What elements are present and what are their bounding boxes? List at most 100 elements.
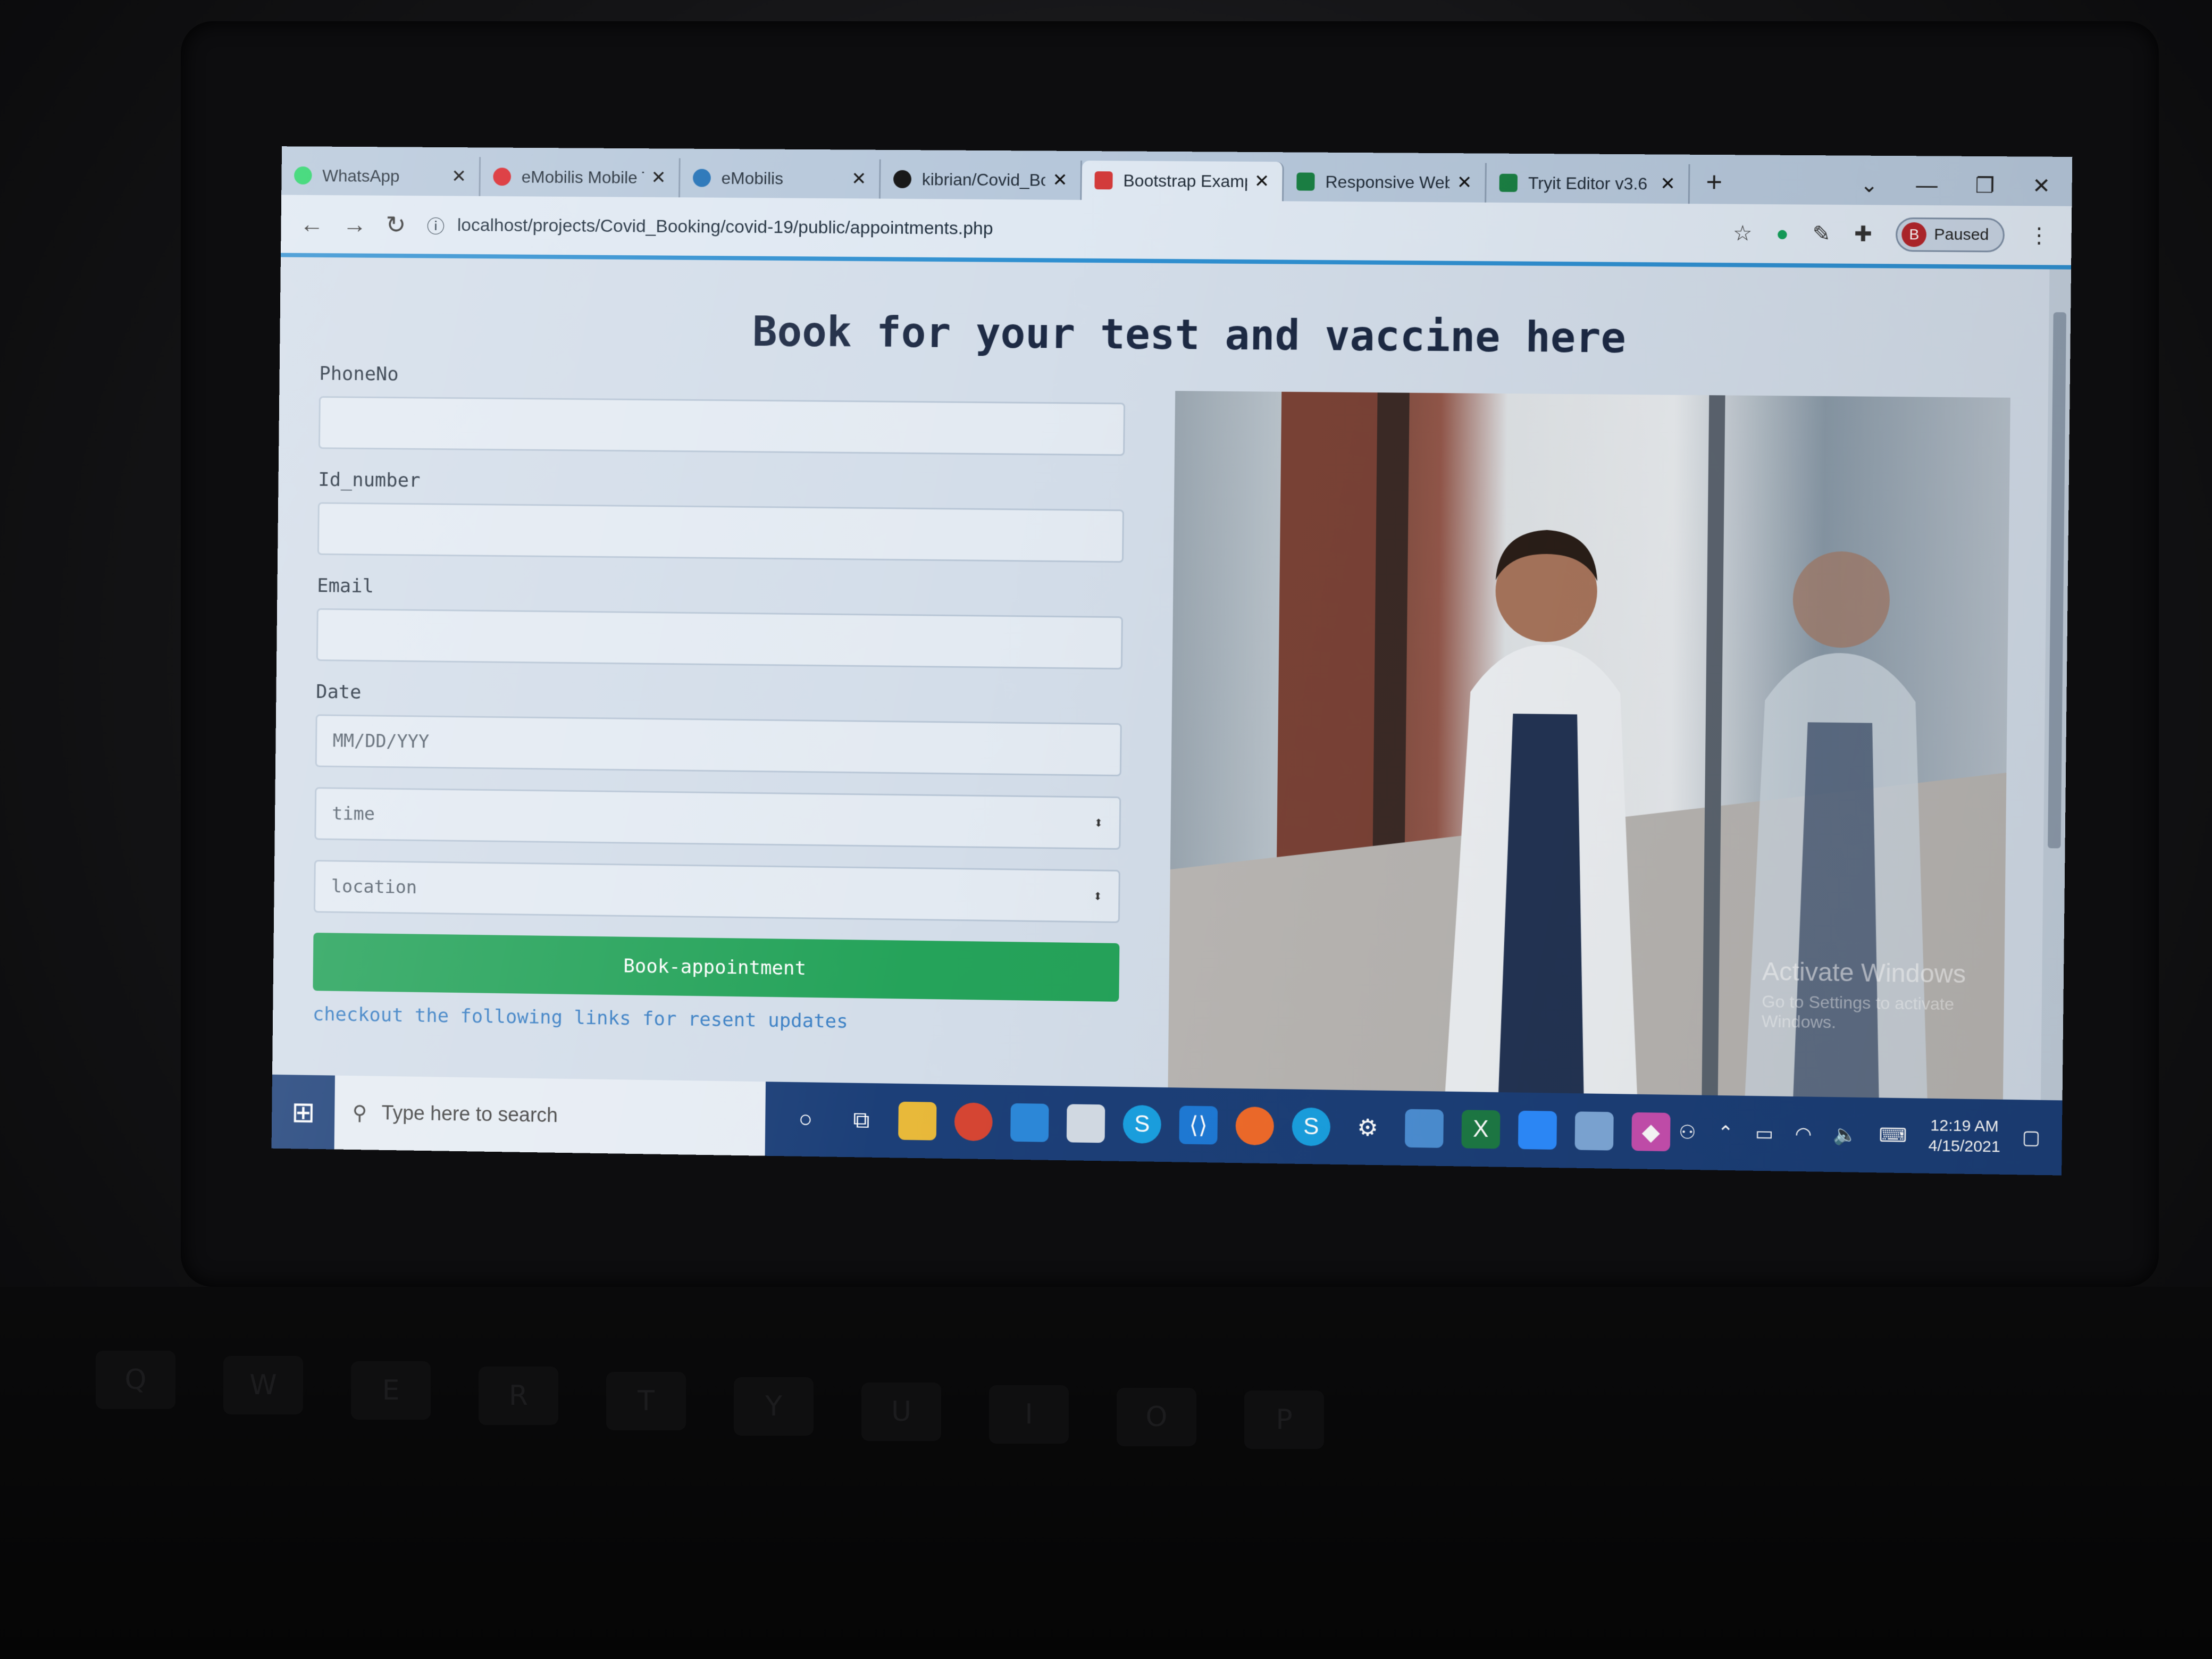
tab-tryit-editor[interactable]: Tryit Editor v3.6 ✕ [1486,163,1690,204]
doctor-hero-image: Activate Windows Go to Settings to activ… [1168,391,2010,1105]
menu-kebab-icon[interactable]: ⋮ [2028,223,2050,248]
bootstrap-icon [1094,171,1113,190]
notes-app-icon[interactable] [1574,1111,1614,1151]
chevron-up-icon[interactable]: ⌃ [1717,1121,1734,1144]
tab-search-icon[interactable]: ⌄ [1860,173,1878,198]
vscode-icon[interactable]: ⟨⟩ [1179,1105,1218,1145]
close-icon[interactable]: ✕ [1254,171,1270,192]
chrome-icon[interactable] [954,1102,993,1142]
phone-label: PhoneNo [319,363,399,386]
date-label: Date [315,681,362,703]
tab-bootstrap-example[interactable]: Bootstrap Exampl ✕ [1082,161,1284,202]
taskbar-search-box[interactable]: ⚲ Type here to search [334,1075,766,1156]
restore-icon[interactable]: ❐ [1975,173,1995,198]
activate-windows-watermark: Activate Windows [1762,957,1966,989]
time-select[interactable]: time ⬍ [314,787,1121,850]
keyboard-key: U [861,1382,941,1441]
tab-responsive-web[interactable]: Responsive Web I ✕ [1284,162,1487,203]
notifications-icon[interactable]: ▢ [2022,1126,2040,1149]
bookmark-star-icon[interactable]: ☆ [1733,221,1753,246]
email-input[interactable] [316,608,1123,670]
keyboard-key: Q [96,1351,175,1409]
file-explorer-icon[interactable] [898,1101,937,1141]
taskbar-pinned-apps: ○ ⧉ S ⟨⟩ S ⚙ X ◆ [786,1100,1671,1152]
keyboard-key: Y [734,1377,814,1436]
time-select-value: time [332,803,375,825]
extensions-puzzle-icon[interactable]: ✚ [1854,222,1872,247]
windows-start-icon[interactable]: ⊞ [272,1075,335,1150]
taskbar-clock[interactable]: 12:19 AM 4/15/2021 [1928,1116,2000,1158]
keyboard-key: E [351,1361,431,1420]
battery-icon[interactable]: ▭ [1755,1122,1774,1145]
profile-button[interactable]: B Paused [1896,217,2005,253]
info-icon[interactable]: ⓘ [427,212,445,238]
skype-icon[interactable]: S [1122,1104,1162,1144]
tab-title: eMobilis Mobile T [521,167,644,187]
volume-icon[interactable]: 🔈 [1833,1123,1858,1146]
grammarly-icon[interactable]: ● [1775,222,1789,246]
tab-title: kibrian/Covid_Bo [921,169,1045,190]
excel-icon[interactable]: X [1461,1110,1501,1149]
date-input[interactable]: MM/DD/YYY [315,714,1122,777]
tab-emobilis[interactable]: eMobilis ✕ [680,158,881,199]
search-icon: ⚲ [352,1102,367,1125]
location-select[interactable]: location ⬍ [313,860,1120,923]
close-icon[interactable]: ✕ [851,168,867,189]
minimize-icon[interactable]: — [1916,173,1938,198]
web-page: Book for your test and vaccine here Phon… [272,257,2050,1105]
document-app-icon[interactable] [1066,1104,1105,1143]
avatar: B [1901,222,1927,247]
taskbar-search-placeholder: Type here to search [381,1101,558,1127]
book-appointment-button[interactable]: Book-appointment [313,933,1120,1002]
emobilis-icon [493,167,512,186]
system-tray: ⚇ ⌃ ▭ ◠ 🔈 ⌨ 12:19 AM 4/15/2021 ▢ [1679,1112,2041,1158]
tab-title: Tryit Editor v3.6 [1528,173,1648,194]
keyboard-key: I [989,1385,1069,1444]
id-number-label: Id_number [318,468,421,492]
clock-time: 12:19 AM [1930,1117,1999,1136]
new-tab-button[interactable]: + [1706,166,1722,198]
close-window-icon[interactable]: ✕ [2032,174,2051,199]
appointment-form: PhoneNo Id_number Email Date MM/DD/YYY t… [313,363,1126,1036]
firefox-icon[interactable] [1235,1107,1275,1146]
tab-whatsapp[interactable]: WhatsApp ✕ [281,156,481,196]
tab-github[interactable]: kibrian/Covid_Bo ✕ [880,159,1083,200]
settings-gear-icon[interactable]: ⚙ [1348,1108,1387,1147]
wifi-icon[interactable]: ◠ [1795,1122,1812,1145]
tab-title: Responsive Web I [1325,172,1449,192]
close-icon[interactable]: ✕ [651,167,666,188]
url-text: localhost/projects/Covid_Booking/covid-1… [457,214,993,239]
zoom-icon[interactable] [1518,1110,1557,1150]
remote-desktop-icon[interactable] [1404,1109,1444,1148]
close-icon[interactable]: ✕ [451,166,467,187]
window-controls: ⌄ — ❐ ✕ [1860,173,2050,199]
back-icon[interactable]: ← [300,210,324,238]
phone-input[interactable] [318,396,1126,456]
email-label: Email [317,575,374,598]
scrollbar-thumb[interactable] [2048,312,2067,849]
tab-title: eMobilis [721,168,784,188]
keyboard-key: R [479,1367,558,1425]
skype-business-icon[interactable]: S [1292,1107,1331,1146]
keyboard-icon[interactable]: ⌨ [1879,1124,1907,1147]
close-icon[interactable]: ✕ [1457,172,1472,193]
people-icon[interactable]: ⚇ [1679,1121,1696,1144]
close-icon[interactable]: ✕ [1052,170,1068,191]
git-client-icon[interactable]: ◆ [1631,1112,1671,1152]
virtual-desktop-icon[interactable] [1010,1103,1049,1142]
address-bar[interactable]: ⓘ localhost/projects/Covid_Booking/covid… [427,212,993,241]
cortana-icon[interactable]: ○ [786,1100,825,1139]
keyboard-key: W [223,1356,303,1414]
edit-extension-icon[interactable]: ✎ [1812,222,1830,246]
select-arrow-icon: ⬍ [1093,886,1103,906]
page-title: Book for your test and vaccine here [752,308,1627,363]
task-view-icon[interactable]: ⧉ [842,1101,881,1139]
clock-date: 4/15/2021 [1928,1137,2001,1156]
close-icon[interactable]: ✕ [1660,173,1675,195]
keyboard-key: O [1117,1388,1196,1446]
id-number-input[interactable] [317,502,1124,563]
reload-icon[interactable]: ↻ [386,211,406,239]
tab-emobilis-mobile[interactable]: eMobilis Mobile T ✕ [480,157,681,198]
updates-links-text: checkout the following links for resent … [312,1003,848,1033]
forward-icon[interactable]: → [342,210,367,239]
